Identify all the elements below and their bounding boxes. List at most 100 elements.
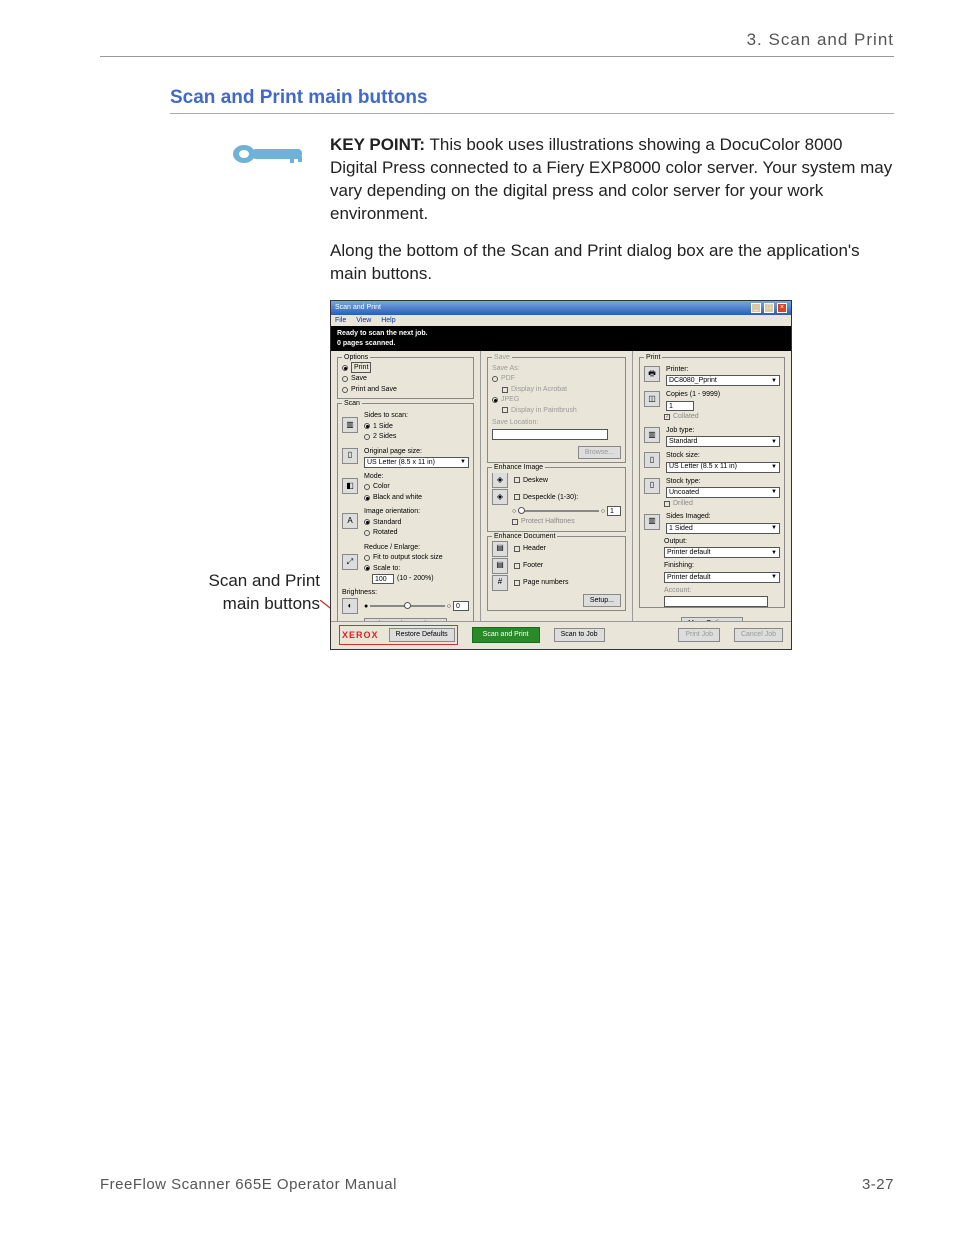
browse-button[interactable]: Browse... [578, 446, 621, 459]
collated-chk[interactable] [664, 414, 670, 420]
pageno-chk[interactable] [514, 580, 520, 586]
bright-label: Brightness: [342, 588, 469, 597]
minimize-button[interactable]: _ [751, 303, 761, 313]
saveas-label: Save As: [492, 364, 621, 373]
jpeg-label: JPEG [501, 395, 519, 404]
stocksize-dropdown[interactable]: US Letter (8.5 x 11 in)▼ [666, 462, 780, 473]
menu-file[interactable]: File [335, 317, 346, 324]
header-icon: ▤ [492, 541, 508, 557]
scan-to-job-button[interactable]: Scan to Job [554, 628, 605, 641]
cancel-job-button[interactable]: Cancel Job [734, 628, 783, 641]
despeckle-chk[interactable] [514, 494, 520, 500]
saveloc-label: Save Location: [492, 418, 621, 427]
copies-label: Copies (1 - 9999) [666, 390, 780, 399]
side1-radio[interactable] [364, 423, 370, 429]
sides-label: Sides to scan: [364, 411, 408, 420]
section-title: Scan and Print main buttons [170, 87, 894, 114]
disp-acro-label: Display in Acrobat [511, 385, 567, 394]
footer-icon: ▤ [492, 558, 508, 574]
sidesimaged-dropdown[interactable]: 1 Sided▼ [666, 523, 780, 534]
despeckle-icon: ◈ [492, 489, 508, 505]
fit-radio[interactable] [364, 555, 370, 561]
status-line-2: 0 pages scanned. [337, 340, 395, 347]
scan-and-print-button[interactable]: Scan and Print [472, 627, 540, 642]
status-band: Ready to scan the next job. 0 pages scan… [331, 326, 791, 351]
copies-input[interactable]: 1 [666, 401, 694, 411]
pdf-radio[interactable] [492, 376, 498, 382]
brightness-value[interactable]: 0 [453, 601, 469, 611]
mode-icon: ◧ [342, 478, 358, 494]
menu-help[interactable]: Help [381, 317, 395, 324]
stocktype-dropdown[interactable]: Uncoated▼ [666, 487, 780, 498]
scan-group: Scan ▥ Sides to scan: 1 Side 2 Sides ▯ [337, 403, 474, 636]
protect-chk[interactable] [512, 519, 518, 525]
despeckle-value[interactable]: 1 [607, 506, 621, 516]
opt-save-label: Save [351, 374, 367, 383]
fit-label: Fit to output stock size [373, 553, 443, 562]
opt-printsave-label: Print and Save [351, 385, 397, 394]
stocktype-icon: ▯ [644, 478, 660, 494]
account-input[interactable] [664, 596, 768, 607]
jpeg-radio[interactable] [492, 397, 498, 403]
print-job-button[interactable]: Print Job [678, 628, 720, 641]
opt-print-radio[interactable] [342, 365, 348, 371]
printer-dropdown[interactable]: DC8080_Pprint▼ [666, 375, 780, 386]
footer-chk[interactable] [514, 563, 520, 569]
dialog-bottom-bar: XEROX Restore Defaults Scan and Print Sc… [331, 621, 791, 649]
opt-printsave-radio[interactable] [342, 387, 348, 393]
menu-view[interactable]: View [356, 317, 371, 324]
brightness-slider[interactable] [370, 605, 445, 607]
disp-paint-chk[interactable] [502, 407, 508, 413]
ops-dropdown[interactable]: US Letter (8.5 x 11 in)▼ [364, 457, 469, 468]
stocksize-icon: ▯ [644, 452, 660, 468]
despeckle-slider[interactable] [518, 510, 599, 512]
mode-bw-radio[interactable] [364, 495, 370, 501]
maximize-button[interactable]: □ [764, 303, 774, 313]
jobtype-dropdown[interactable]: Standard▼ [666, 436, 780, 447]
header-label: Header [523, 544, 546, 553]
sidesimaged-label: Sides Imaged: [666, 512, 780, 521]
chapter-header: 3. Scan and Print [100, 30, 894, 57]
status-line-1: Ready to scan the next job. [337, 330, 428, 337]
jobtype-label: Job type: [666, 426, 780, 435]
saveloc-input[interactable] [492, 429, 608, 440]
enhance-image-group: Enhance Image ◈Deskew ◈Despeckle (1-30):… [487, 467, 626, 531]
print-group: Print 🖶 Printer: DC8080_Pprint▼ ◫ [639, 357, 785, 609]
protect-label: Protect Halftones [521, 517, 575, 526]
output-label: Output: [664, 537, 780, 546]
save-legend: Save [492, 353, 512, 362]
orient-label: Image orientation: [364, 507, 420, 516]
dialog-titlebar: Scan and Print _ □ × [331, 301, 791, 315]
setup-button[interactable]: Setup... [583, 594, 621, 607]
re-label: Reduce / Enlarge: [364, 543, 443, 552]
restore-defaults-button[interactable]: Restore Defaults [389, 628, 455, 641]
scaleto-radio[interactable] [364, 565, 370, 571]
opt-print-label: Print [351, 362, 371, 373]
deskew-chk[interactable] [514, 477, 520, 483]
orient-std-radio[interactable] [364, 519, 370, 525]
opt-save-radio[interactable] [342, 376, 348, 382]
pdf-label: PDF [501, 374, 515, 383]
mode-color-radio[interactable] [364, 484, 370, 490]
orient-rot-radio[interactable] [364, 530, 370, 536]
printer-label: Printer: [666, 365, 780, 374]
orient-icon: A [342, 513, 358, 529]
scale-input[interactable]: 100 [372, 574, 394, 584]
side2-label: 2 Sides [373, 432, 396, 441]
side2-radio[interactable] [364, 434, 370, 440]
sides-icon: ▥ [342, 417, 358, 433]
intro-paragraph: Along the bottom of the Scan and Print d… [330, 240, 894, 286]
brightness-icon: ◐ [342, 598, 358, 614]
footer-right: 3-27 [862, 1176, 894, 1193]
drilled-chk[interactable] [664, 501, 670, 507]
enhance-doc-group: Enhance Document ▤Header ▤Footer #Page n… [487, 536, 626, 611]
deskew-icon: ◈ [492, 472, 508, 488]
disp-acro-chk[interactable] [502, 387, 508, 393]
xerox-logo: XEROX [342, 629, 379, 641]
finishing-dropdown[interactable]: Printer default▼ [664, 572, 780, 583]
header-chk[interactable] [514, 546, 520, 552]
orient-rot-label: Rotated [373, 528, 398, 537]
close-button[interactable]: × [777, 303, 787, 313]
output-dropdown[interactable]: Printer default▼ [664, 547, 780, 558]
finishing-label: Finishing: [664, 561, 780, 570]
